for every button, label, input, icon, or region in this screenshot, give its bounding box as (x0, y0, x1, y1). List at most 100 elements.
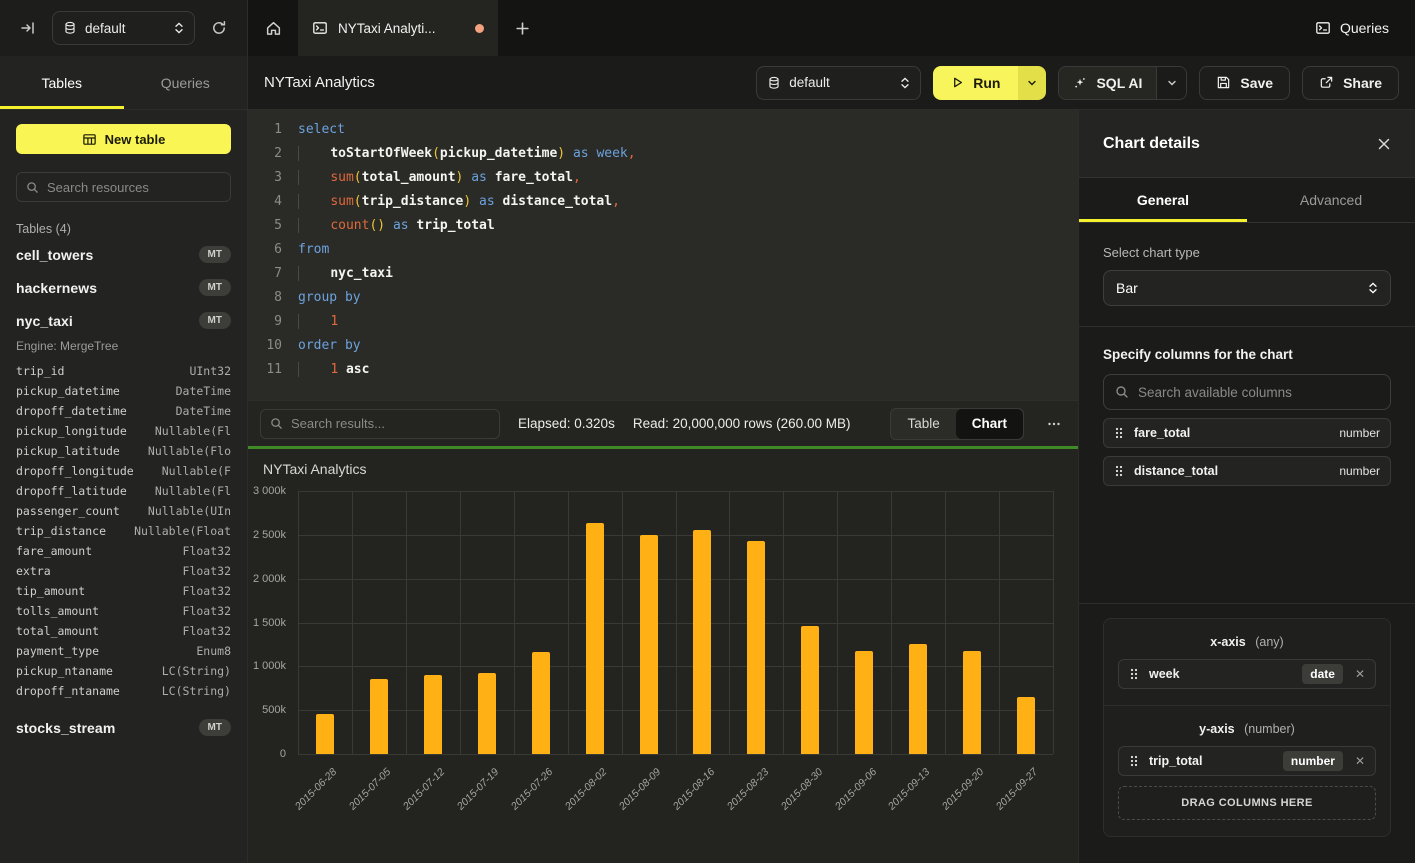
column-row: pickup_longitudeNullable(Fl (16, 421, 231, 441)
column-type: DateTime (176, 404, 231, 418)
sql-ai-button-group: SQL AI (1058, 66, 1187, 100)
chart-type-select[interactable]: Bar (1103, 270, 1391, 306)
code-line: 9 1 (260, 310, 1078, 334)
code-text: nyc_taxi (298, 262, 393, 286)
database-selector-top[interactable]: default (52, 11, 195, 45)
tab-general[interactable]: General (1079, 178, 1247, 222)
x-tick-label: 2015-07-12 (401, 766, 447, 812)
available-column-fare_total[interactable]: fare_totalnumber (1103, 418, 1391, 448)
refresh-icon[interactable] (205, 14, 233, 42)
drag-columns-dropzone[interactable]: DRAG COLUMNS HERE (1118, 786, 1376, 820)
bar-2015-08-30[interactable] (801, 626, 819, 754)
column-name: dropoff_longitude (16, 464, 134, 478)
column-name: payment_type (16, 644, 99, 658)
x-tick-label: 2015-08-23 (724, 766, 770, 812)
column-type: Float32 (183, 604, 231, 618)
columns-search (1103, 374, 1391, 410)
save-button[interactable]: Save (1199, 66, 1290, 100)
table-row[interactable]: nyc_taxiMT (16, 304, 231, 337)
chart-details-title: Chart details (1103, 135, 1200, 153)
table-row[interactable]: hackernewsMT (16, 271, 231, 304)
divider (1079, 326, 1415, 327)
column-row: dropoff_latitudeNullable(Fl (16, 481, 231, 501)
search-results-input[interactable] (291, 416, 490, 431)
new-table-button[interactable]: New table (16, 124, 231, 154)
x-tick-label: 2015-07-19 (455, 766, 501, 812)
toggle-chart[interactable]: Chart (956, 409, 1023, 439)
tab-tables[interactable]: Tables (0, 56, 124, 109)
column-row: total_amountFloat32 (16, 621, 231, 641)
table-row[interactable]: stocks_streamMT (16, 711, 231, 744)
y-axis-field-trip-total[interactable]: trip_total number ✕ (1118, 746, 1376, 776)
chart-details-body: Select chart type Bar Specify columns fo… (1079, 223, 1415, 863)
database-selector-toolbar[interactable]: default (756, 66, 921, 100)
column-name: dropoff_ntaname (16, 684, 120, 698)
line-number: 2 (260, 142, 282, 166)
run-button[interactable]: Run (933, 66, 1018, 100)
chart-panel: NYTaxi Analytics 0500k1 000k1 500k2 000k… (248, 446, 1078, 863)
database-selector-value: default (85, 21, 166, 36)
column-row: fare_amountFloat32 (16, 541, 231, 561)
y-axis-hint: (number) (1244, 722, 1295, 736)
x-tick-label: 2015-07-05 (347, 766, 393, 812)
plus-icon[interactable] (498, 0, 546, 56)
drag-handle-icon[interactable] (1114, 426, 1124, 440)
tab-advanced[interactable]: Advanced (1247, 178, 1415, 222)
tab-nytaxi-analytics[interactable]: NYTaxi Analyti... (298, 0, 498, 56)
queries-button[interactable]: Queries (1315, 20, 1389, 36)
bar-2015-09-27[interactable] (1017, 697, 1035, 754)
close-icon[interactable] (1377, 137, 1391, 151)
bar-2015-08-09[interactable] (640, 535, 658, 754)
bar-2015-08-23[interactable] (747, 541, 765, 754)
tab-queries[interactable]: Queries (124, 56, 248, 109)
search-columns-input[interactable] (1138, 385, 1379, 400)
column-type: Nullable(Flo (148, 444, 231, 458)
share-label: Share (1343, 75, 1382, 91)
column-name: passenger_count (16, 504, 120, 518)
view-toggle: Table Chart (890, 408, 1024, 440)
column-name: trip_id (16, 364, 64, 378)
bar-2015-09-13[interactable] (909, 644, 927, 754)
search-resources-input[interactable] (47, 180, 221, 195)
bar-2015-07-12[interactable] (424, 675, 442, 754)
gridline-v (676, 491, 677, 754)
bar-2015-09-06[interactable] (855, 651, 873, 754)
drag-handle-icon[interactable] (1129, 667, 1139, 681)
share-button[interactable]: Share (1302, 66, 1399, 100)
sql-editor[interactable]: 1select2 toStartOfWeek(pickup_datetime) … (248, 110, 1078, 400)
sql-ai-button[interactable]: SQL AI (1059, 67, 1156, 99)
remove-field-icon[interactable]: ✕ (1353, 667, 1365, 681)
bar-2015-08-16[interactable] (693, 530, 711, 754)
sql-ai-options-button[interactable] (1156, 67, 1186, 99)
elapsed-stat: Elapsed: 0.320s (518, 416, 615, 431)
column-row: tip_amountFloat32 (16, 581, 231, 601)
home-icon[interactable] (248, 0, 298, 56)
x-axis-field-week[interactable]: week date ✕ (1118, 659, 1376, 689)
line-number: 3 (260, 166, 282, 190)
toggle-table[interactable]: Table (891, 409, 955, 439)
bar-2015-09-20[interactable] (963, 651, 981, 754)
drag-handle-icon[interactable] (1129, 754, 1139, 768)
bar-2015-07-19[interactable] (478, 673, 496, 754)
column-row: tolls_amountFloat32 (16, 601, 231, 621)
remove-field-icon[interactable]: ✕ (1353, 754, 1365, 768)
run-options-button[interactable] (1018, 66, 1046, 100)
ellipsis-icon[interactable] (1042, 416, 1066, 432)
drag-handle-icon[interactable] (1114, 464, 1124, 478)
column-row: pickup_ntanameLC(String) (16, 661, 231, 681)
bar-2015-07-26[interactable] (532, 652, 550, 754)
column-row: pickup_latitudeNullable(Flo (16, 441, 231, 461)
code-text: from (298, 238, 329, 262)
collapse-sidebar-icon[interactable] (14, 14, 42, 42)
available-column-distance_total[interactable]: distance_totalnumber (1103, 456, 1391, 486)
save-label: Save (1240, 75, 1273, 91)
field-type-badge: number (1283, 751, 1343, 771)
chart-plot-area[interactable] (298, 491, 1053, 754)
bar-2015-07-05[interactable] (370, 679, 388, 754)
bar-2015-08-02[interactable] (586, 523, 604, 754)
table-row[interactable]: cell_towersMT (16, 238, 231, 271)
bar-2015-06-28[interactable] (316, 714, 334, 754)
column-type: Enum8 (196, 644, 231, 658)
field-name: fare_total (1134, 426, 1329, 440)
line-number: 6 (260, 238, 282, 262)
